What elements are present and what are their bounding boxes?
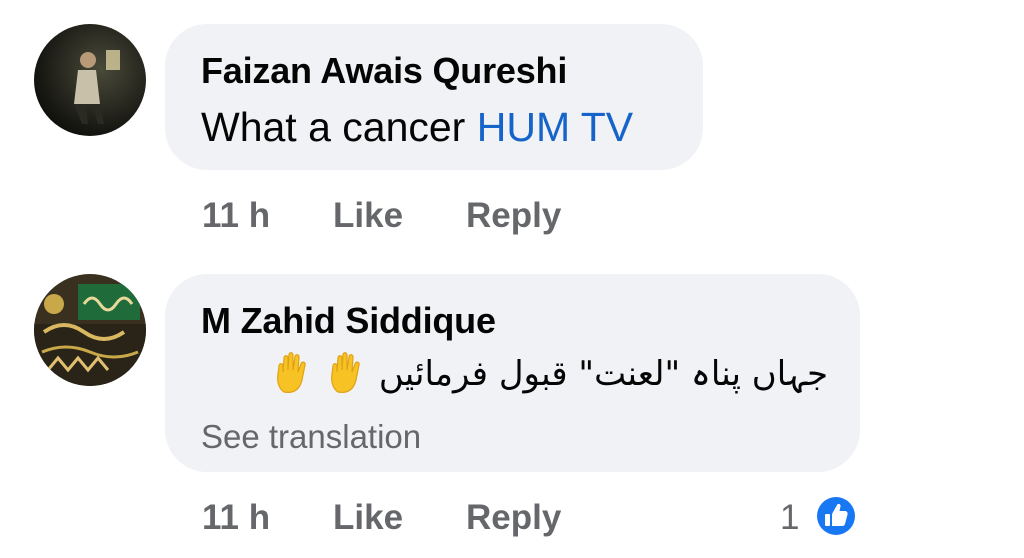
profile-photo-icon	[34, 274, 146, 386]
comment-text: جہاں پناہ "لعنت" قبول فرمائیں	[271, 350, 828, 396]
reply-button[interactable]: Reply	[466, 498, 561, 538]
avatar[interactable]	[34, 274, 146, 386]
profile-photo-icon	[34, 24, 146, 136]
thumbs-up-icon[interactable]	[812, 492, 860, 540]
reaction-count[interactable]: 1	[780, 498, 799, 538]
raised-hand-icon	[325, 350, 371, 396]
comment-author[interactable]: Faizan Awais Qureshi	[201, 50, 567, 92]
mention-link[interactable]: HUM TV	[477, 104, 633, 150]
like-button[interactable]: Like	[333, 498, 403, 538]
reply-button[interactable]: Reply	[466, 196, 561, 236]
comment-text-prefix: What a cancer	[201, 104, 477, 150]
raised-hand-icon	[271, 350, 317, 396]
comment-author[interactable]: M Zahid Siddique	[201, 300, 496, 342]
comment-timestamp[interactable]: 11 h	[202, 196, 270, 236]
see-translation-link[interactable]: See translation	[201, 418, 421, 456]
like-button[interactable]: Like	[333, 196, 403, 236]
avatar[interactable]	[34, 24, 146, 136]
comment-text: What a cancer HUM TV	[201, 104, 633, 151]
comment-text-urdu: جہاں پناہ "لعنت" قبول فرمائیں	[378, 353, 828, 394]
comments-section: Faizan Awais Qureshi What a cancer HUM T…	[0, 0, 1024, 558]
comment-timestamp[interactable]: 11 h	[202, 498, 270, 538]
